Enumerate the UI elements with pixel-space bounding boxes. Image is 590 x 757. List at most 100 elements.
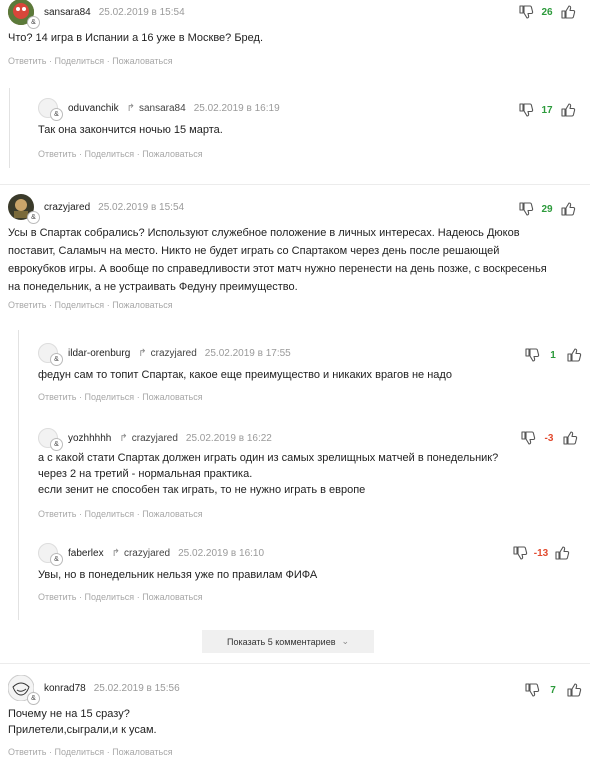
- thumb-up-icon[interactable]: [566, 347, 582, 363]
- comment-actions: Ответить · Поделиться · Пожаловаться: [8, 747, 173, 757]
- vote-controls: -3: [520, 430, 578, 446]
- share-link[interactable]: Поделиться: [84, 149, 134, 159]
- thumb-up-icon[interactable]: [560, 102, 576, 118]
- badge-icon: &: [27, 211, 40, 224]
- comment-header: & ildar-orenburg ↱ crazyjared 25.02.2019…: [38, 341, 582, 366]
- comment-text: Так она закончится ночью 15 марта.: [38, 124, 223, 136]
- vote-controls: 29: [518, 201, 576, 217]
- vote-score: 29: [541, 203, 553, 215]
- reply-link[interactable]: Ответить: [38, 149, 76, 159]
- vote-score: 1: [550, 349, 556, 361]
- thumb-up-icon[interactable]: [554, 545, 570, 561]
- author-name[interactable]: sansara84: [44, 7, 91, 18]
- comment-header: & faberlex ↱ crazyjared 25.02.2019 в 16:…: [38, 541, 582, 566]
- thumb-up-icon[interactable]: [566, 682, 582, 698]
- author-name[interactable]: ildar-orenburg: [68, 348, 130, 359]
- share-link[interactable]: Поделиться: [84, 509, 134, 519]
- comment-actions: Ответить · Поделиться · Пожаловаться: [38, 149, 203, 159]
- thread-line: [18, 330, 19, 620]
- avatar[interactable]: &: [38, 543, 63, 566]
- thumb-down-icon[interactable]: [512, 545, 528, 561]
- author-name[interactable]: konrad78: [44, 683, 86, 694]
- vote-score: 17: [541, 104, 553, 116]
- author-name[interactable]: yozhhhhh: [68, 433, 111, 444]
- divider: [0, 663, 590, 664]
- comment-date: 25.02.2019 в 17:55: [204, 347, 291, 359]
- reply-to-name[interactable]: sansara84: [139, 103, 186, 114]
- comment-actions: Ответить · Поделиться · Пожаловаться: [8, 300, 173, 310]
- comment: & sansara84 25.02.2019 в 15:54 26 Что? 1…: [8, 0, 582, 70]
- badge-icon: &: [50, 353, 63, 366]
- author-name[interactable]: oduvanchik: [68, 103, 119, 114]
- thumb-up-icon[interactable]: [560, 201, 576, 217]
- comment-date: 25.02.2019 в 16:10: [178, 547, 265, 559]
- author-name[interactable]: faberlex: [68, 548, 104, 559]
- show-more-button[interactable]: Показать 5 комментариев ⌄: [202, 630, 374, 653]
- report-link[interactable]: Пожаловаться: [112, 300, 172, 310]
- comment-date: 25.02.2019 в 15:56: [93, 682, 180, 694]
- share-link[interactable]: Поделиться: [54, 56, 104, 66]
- author-name[interactable]: crazyjared: [44, 202, 90, 213]
- comment-date: 25.02.2019 в 15:54: [98, 6, 185, 18]
- reply-to-name[interactable]: crazyjared: [151, 348, 197, 359]
- thumb-up-icon[interactable]: [562, 430, 578, 446]
- share-link[interactable]: Поделиться: [54, 747, 104, 757]
- comment-text: Почему не на 15 сразу? Прилетели,сыграли…: [8, 708, 157, 736]
- avatar[interactable]: &: [38, 428, 63, 451]
- thumb-down-icon[interactable]: [524, 347, 540, 363]
- thread-line: [9, 88, 10, 168]
- reply-link[interactable]: Ответить: [38, 392, 76, 402]
- comment-actions: Ответить · Поделиться · Пожаловаться: [38, 509, 203, 519]
- comment-header: & yozhhhhh ↱ crazyjared 25.02.2019 в 16:…: [38, 426, 582, 451]
- report-link[interactable]: Пожаловаться: [112, 747, 172, 757]
- vote-score: 7: [550, 684, 556, 696]
- reply-arrow-icon: ↱: [138, 347, 147, 359]
- comment-text: Что? 14 игра в Испании а 16 уже в Москве…: [8, 32, 264, 44]
- thumb-down-icon[interactable]: [518, 201, 534, 217]
- comment-header: & oduvanchik ↱ sansara84 25.02.2019 в 16…: [38, 96, 582, 121]
- chevron-down-icon: ⌄: [341, 636, 350, 646]
- report-link[interactable]: Пожаловаться: [142, 592, 202, 602]
- reply-to-name[interactable]: crazyjared: [124, 548, 170, 559]
- divider: [0, 184, 590, 185]
- comment-header: & konrad78 25.02.2019 в 15:56: [7, 674, 582, 705]
- avatar[interactable]: &: [38, 98, 63, 121]
- share-link[interactable]: Поделиться: [84, 392, 134, 402]
- reply-link[interactable]: Ответить: [8, 56, 46, 66]
- avatar[interactable]: &: [8, 0, 40, 29]
- comment: & faberlex ↱ crazyjared 25.02.2019 в 16:…: [38, 541, 582, 611]
- vote-score: -3: [544, 432, 554, 444]
- share-link[interactable]: Поделиться: [84, 592, 134, 602]
- avatar[interactable]: &: [8, 194, 40, 224]
- vote-controls: 17: [518, 102, 576, 118]
- badge-icon: &: [50, 108, 63, 121]
- thumb-down-icon[interactable]: [518, 102, 534, 118]
- vote-score: 26: [541, 6, 553, 18]
- badge-icon: &: [27, 16, 40, 29]
- reply-to-name[interactable]: crazyjared: [132, 433, 178, 444]
- avatar[interactable]: &: [38, 343, 63, 366]
- avatar[interactable]: &: [7, 674, 40, 705]
- reply-link[interactable]: Ответить: [8, 747, 46, 757]
- comment-text: Увы, но в понедельник нельзя уже по прав…: [38, 569, 318, 581]
- comment-actions: Ответить · Поделиться · Пожаловаться: [38, 592, 203, 602]
- comment-header: & sansara84 25.02.2019 в 15:54: [8, 0, 582, 29]
- report-link[interactable]: Пожаловаться: [142, 509, 202, 519]
- share-link[interactable]: Поделиться: [54, 300, 104, 310]
- report-link[interactable]: Пожаловаться: [142, 392, 202, 402]
- reply-arrow-icon: ↱: [111, 547, 120, 559]
- reply-link[interactable]: Ответить: [38, 592, 76, 602]
- badge-icon: &: [50, 553, 63, 566]
- report-link[interactable]: Пожаловаться: [112, 56, 172, 66]
- thumb-down-icon[interactable]: [520, 430, 536, 446]
- report-link[interactable]: Пожаловаться: [142, 149, 202, 159]
- thumb-down-icon[interactable]: [524, 682, 540, 698]
- thumb-up-icon[interactable]: [560, 4, 576, 20]
- comment: & yozhhhhh ↱ crazyjared 25.02.2019 в 16:…: [38, 426, 582, 526]
- comment-date: 25.02.2019 в 15:54: [98, 201, 185, 213]
- comment-actions: Ответить · Поделиться · Пожаловаться: [38, 392, 203, 402]
- reply-link[interactable]: Ответить: [8, 300, 46, 310]
- thumb-down-icon[interactable]: [518, 4, 534, 20]
- comment-text: а с какой стати Спартак должен играть од…: [38, 452, 499, 496]
- reply-link[interactable]: Ответить: [38, 509, 76, 519]
